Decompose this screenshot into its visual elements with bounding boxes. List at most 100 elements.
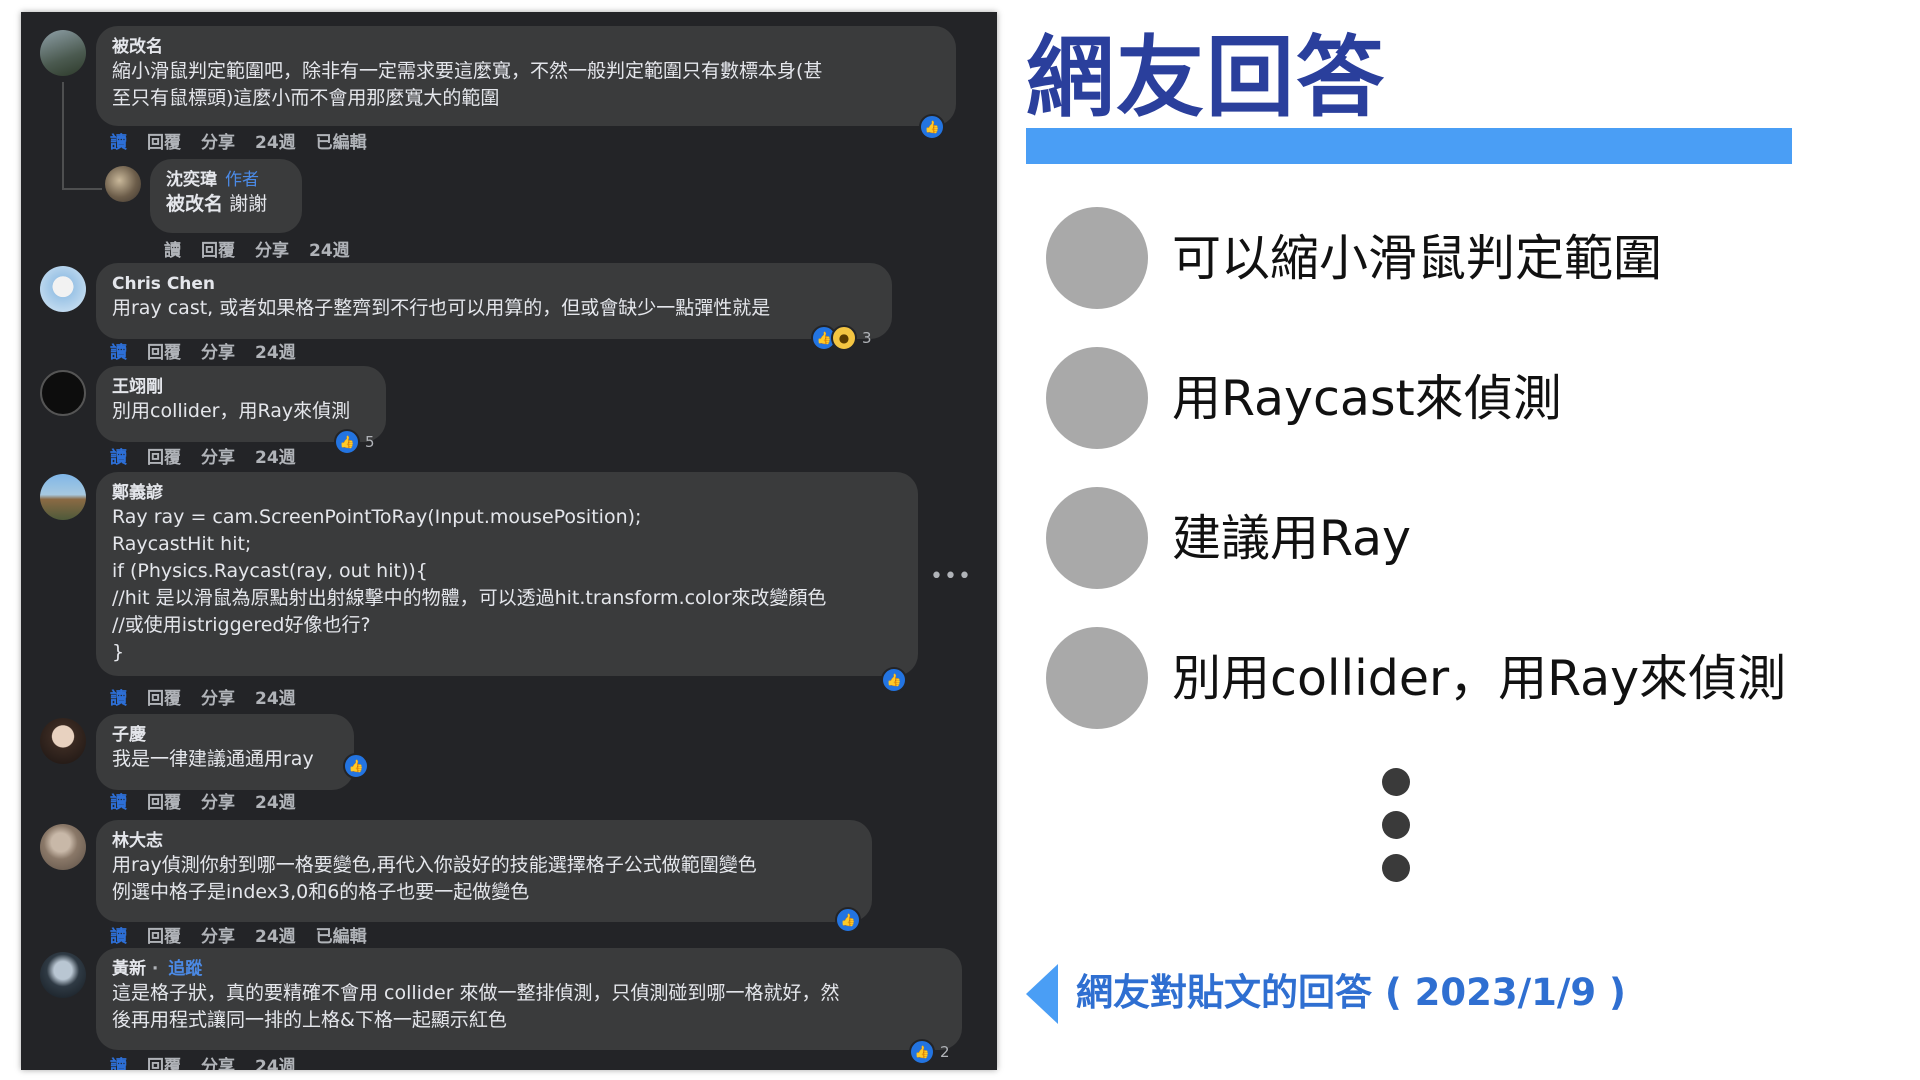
reply-button[interactable]: 回覆 bbox=[147, 448, 181, 468]
title-underline-bar bbox=[1026, 128, 1792, 164]
comment-bubble: 被改名 縮小滑鼠判定範圍吧，除非有一定需求要這麼寬，不然一般判定範圍只有數標本身… bbox=[96, 26, 956, 126]
comment-author[interactable]: 王翊剛 bbox=[112, 376, 370, 398]
bullet-circle-icon bbox=[1046, 627, 1148, 729]
comment-text: 縮小滑鼠判定範圍吧，除非有一定需求要這麼寬，不然一般判定範圍只有數標本身(甚 至… bbox=[112, 60, 823, 109]
bullet-item: 可以縮小滑鼠判定範圍 bbox=[1046, 207, 1662, 309]
thread-connector bbox=[62, 188, 102, 190]
read-aloud-button[interactable]: 讀 bbox=[110, 927, 127, 947]
more-options-icon[interactable]: ••• bbox=[930, 564, 972, 589]
reaction-summary[interactable]: 👍 bbox=[919, 114, 945, 140]
share-button[interactable]: 分享 bbox=[201, 927, 235, 947]
comment-author[interactable]: 子慶 bbox=[112, 724, 338, 746]
read-aloud-button[interactable]: 讀 bbox=[164, 241, 181, 261]
comment-bubble: 黃新 · 追蹤 這是格子狀，真的要精確不會用 collider 來做一整排偵測，… bbox=[96, 948, 962, 1050]
share-button[interactable]: 分享 bbox=[201, 1057, 235, 1070]
share-button[interactable]: 分享 bbox=[201, 689, 235, 709]
mention-link[interactable]: 被改名 bbox=[166, 193, 223, 215]
reaction-summary[interactable]: 👍 ● 3 bbox=[811, 325, 872, 351]
bullet-item: 建議用Ray bbox=[1046, 487, 1646, 589]
ellipsis-dot-icon bbox=[1382, 768, 1410, 796]
like-icon: 👍 bbox=[919, 114, 945, 140]
reply-button[interactable]: 回覆 bbox=[147, 1057, 181, 1070]
bullet-label: 可以縮小滑鼠判定範圍 bbox=[1172, 230, 1663, 287]
avatar[interactable] bbox=[40, 266, 86, 312]
reaction-summary[interactable]: 👍 2 bbox=[909, 1039, 950, 1065]
comment-time[interactable]: 24週 bbox=[255, 793, 296, 813]
share-button[interactable]: 分享 bbox=[201, 133, 235, 153]
read-aloud-button[interactable]: 讀 bbox=[110, 1057, 127, 1070]
bullet-circle-icon bbox=[1046, 487, 1148, 589]
comment-bubble: 林大志 用ray偵測你射到哪一格要變色,再代入你設好的技能選擇格子公式做範圍變色… bbox=[96, 820, 872, 922]
reply-button[interactable]: 回覆 bbox=[201, 241, 235, 261]
reaction-summary[interactable]: 👍 bbox=[835, 907, 861, 933]
slide-caption: 網友對貼文的回答 ( 2023/1/9 ) bbox=[1076, 971, 1626, 1014]
reaction-count: 5 bbox=[365, 433, 375, 451]
ellipsis-dot-icon bbox=[1382, 811, 1410, 839]
reply-button[interactable]: 回覆 bbox=[147, 927, 181, 947]
avatar[interactable] bbox=[40, 952, 86, 998]
share-button[interactable]: 分享 bbox=[255, 241, 289, 261]
comment-time[interactable]: 24週 bbox=[255, 1057, 296, 1070]
avatar[interactable] bbox=[40, 370, 86, 416]
comment-text: 別用collider，用Ray來偵測 bbox=[112, 400, 351, 422]
bullet-item: 別用collider，用Ray來偵測 bbox=[1046, 627, 1786, 729]
follow-button[interactable]: 追蹤 bbox=[168, 959, 202, 979]
author-badge: 作者 bbox=[225, 170, 259, 190]
read-aloud-button[interactable]: 讀 bbox=[110, 793, 127, 813]
reaction-summary[interactable]: 👍 bbox=[343, 753, 369, 779]
bullet-label: 建議用Ray bbox=[1172, 510, 1411, 567]
comment-actions: 讀回覆 分享 24週 bbox=[110, 443, 316, 468]
comment-actions: 讀回覆 分享 24週 bbox=[110, 684, 316, 709]
comment-author[interactable]: Chris Chen bbox=[112, 273, 876, 295]
comment-time[interactable]: 24週 bbox=[255, 133, 296, 153]
comment-author[interactable]: 鄭義諺 bbox=[112, 482, 902, 504]
reply-button[interactable]: 回覆 bbox=[147, 133, 181, 153]
reaction-summary[interactable]: 👍 5 bbox=[334, 429, 375, 455]
comment-text: 用ray偵測你射到哪一格要變色,再代入你設好的技能選擇格子公式做範圍變色 例選中… bbox=[112, 854, 757, 903]
comment-author[interactable]: 林大志 bbox=[112, 830, 856, 852]
read-aloud-button[interactable]: 讀 bbox=[110, 448, 127, 468]
slide-title: 網友回答 bbox=[1026, 26, 1387, 129]
share-button[interactable]: 分享 bbox=[201, 448, 235, 468]
comment-screenshot: 被改名 縮小滑鼠判定範圍吧，除非有一定需求要這麼寬，不然一般判定範圍只有數標本身… bbox=[21, 12, 997, 1070]
comment-bubble: 沈奕瑋 作者 被改名 謝謝 bbox=[150, 159, 302, 233]
share-button[interactable]: 分享 bbox=[201, 343, 235, 363]
comment-author[interactable]: 黃新 · 追蹤 bbox=[112, 958, 946, 980]
comment-time[interactable]: 24週 bbox=[309, 241, 350, 261]
bullet-item: 用Raycast來偵測 bbox=[1046, 347, 1646, 449]
bullet-circle-icon bbox=[1046, 207, 1148, 309]
read-aloud-button[interactable]: 讀 bbox=[110, 689, 127, 709]
share-button[interactable]: 分享 bbox=[201, 793, 235, 813]
reply-button[interactable]: 回覆 bbox=[147, 689, 181, 709]
comment-actions: 讀回覆 分享 24週 bbox=[110, 788, 316, 813]
comment-bubble: 子慶 我是一律建議通通用ray bbox=[96, 714, 354, 790]
comment-text: 謝謝 bbox=[229, 193, 268, 215]
avatar[interactable] bbox=[40, 824, 86, 870]
comment-time[interactable]: 24週 bbox=[255, 343, 296, 363]
comment-author[interactable]: 沈奕瑋 作者 bbox=[166, 169, 286, 191]
like-icon: 👍 bbox=[835, 907, 861, 933]
bullet-label: 別用collider，用Ray來偵測 bbox=[1172, 650, 1787, 707]
comment-actions: 讀回覆 分享 24週 已編輯 bbox=[110, 922, 387, 947]
comment-text: Ray ray = cam.ScreenPointToRay(Input.mou… bbox=[112, 506, 827, 663]
comment-bubble: 鄭義諺 Ray ray = cam.ScreenPointToRay(Input… bbox=[96, 472, 918, 676]
comment-text: 用ray cast, 或者如果格子整齊到不行也可以用算的，但或會缺少一點彈性就是 bbox=[112, 297, 771, 319]
avatar[interactable] bbox=[40, 718, 86, 764]
avatar[interactable] bbox=[105, 166, 141, 202]
comment-actions: 讀回覆 分享 24週 bbox=[110, 338, 316, 363]
read-aloud-button[interactable]: 讀 bbox=[110, 343, 127, 363]
comment-author[interactable]: 被改名 bbox=[112, 36, 940, 58]
bullet-circle-icon bbox=[1046, 347, 1148, 449]
read-aloud-button[interactable]: 讀 bbox=[110, 133, 127, 153]
reaction-summary[interactable]: 👍 bbox=[881, 667, 907, 693]
like-icon: 👍 bbox=[334, 429, 360, 455]
comment-bubble: Chris Chen 用ray cast, 或者如果格子整齊到不行也可以用算的，… bbox=[96, 263, 892, 339]
avatar[interactable] bbox=[40, 30, 86, 76]
comment-time[interactable]: 24週 bbox=[255, 927, 296, 947]
reply-button[interactable]: 回覆 bbox=[147, 343, 181, 363]
comment-time[interactable]: 24週 bbox=[255, 448, 296, 468]
like-icon: 👍 bbox=[909, 1039, 935, 1065]
comment-time[interactable]: 24週 bbox=[255, 689, 296, 709]
reply-button[interactable]: 回覆 bbox=[147, 793, 181, 813]
avatar[interactable] bbox=[40, 474, 86, 520]
